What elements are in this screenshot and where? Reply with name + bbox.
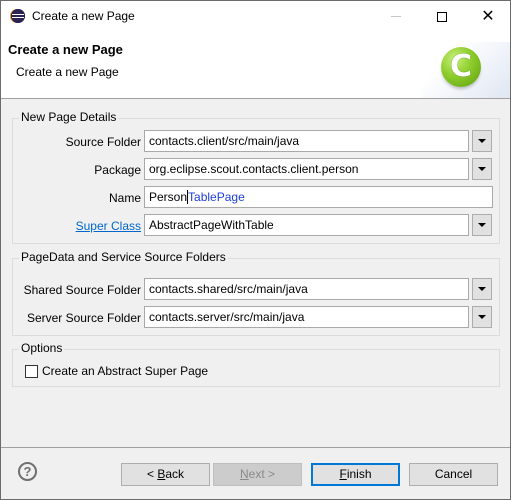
dialog-window: Create a new Page ✕ Create a new Page Cr… (0, 0, 511, 500)
server-source-folder-field[interactable]: contacts.server/src/main/java (144, 306, 469, 328)
group-legend: New Page Details (19, 110, 119, 124)
chevron-down-icon (478, 167, 486, 171)
back-button[interactable]: < Back (121, 463, 210, 486)
group-legend: Options (19, 341, 65, 355)
server-source-folder-dropdown-button[interactable] (472, 306, 492, 328)
finish-button[interactable]: Finish (311, 463, 400, 486)
super-class-link[interactable]: Super Class (76, 219, 141, 233)
window-title: Create a new Page (32, 9, 135, 23)
chevron-down-icon (478, 223, 486, 227)
chevron-down-icon (478, 139, 486, 143)
abstract-super-page-label[interactable]: Create an Abstract Super Page (42, 364, 208, 378)
minimize-icon (391, 16, 401, 17)
scout-logo-icon: C (441, 47, 481, 87)
super-class-field[interactable]: AbstractPageWithTable (144, 214, 469, 236)
close-icon: ✕ (481, 7, 495, 25)
maximize-button[interactable] (419, 1, 465, 32)
cancel-button[interactable]: Cancel (409, 463, 498, 486)
shared-source-folder-field[interactable]: contacts.shared/src/main/java (144, 278, 469, 300)
chevron-down-icon (478, 287, 486, 291)
super-class-label: Super Class (41, 219, 141, 233)
source-folder-label: Source Folder (65, 135, 141, 149)
shared-source-folder-label: Shared Source Folder (23, 283, 141, 297)
package-field[interactable]: org.eclipse.scout.contacts.client.person (144, 158, 469, 180)
source-folder-field[interactable]: contacts.client/src/main/java (144, 130, 469, 152)
help-icon[interactable]: ? (18, 462, 37, 481)
back-prefix: < (146, 467, 158, 481)
page-description: Create a new Page (16, 65, 119, 79)
next-button[interactable]: Next > (213, 463, 302, 486)
finish-mnemonic: F (339, 467, 347, 481)
super-class-dropdown-button[interactable] (472, 214, 492, 236)
source-folder-dropdown-button[interactable] (472, 130, 492, 152)
maximize-icon (437, 11, 447, 22)
back-rest: ack (165, 467, 185, 481)
server-source-folder-label: Server Source Folder (26, 311, 141, 325)
finish-rest: inish (346, 467, 372, 481)
wizard-header: Create a new Page Create a new Page C (1, 32, 510, 99)
abstract-super-page-checkbox[interactable] (25, 365, 38, 378)
minimize-button[interactable] (373, 1, 419, 32)
title-bar: Create a new Page ✕ (1, 1, 510, 32)
package-label: Package (94, 163, 141, 177)
name-typed-text: Person (149, 190, 188, 204)
name-completion-text: TablePage (188, 190, 245, 204)
group-legend: PageData and Service Source Folders (19, 250, 228, 264)
footer-separator (1, 447, 510, 448)
chevron-down-icon (478, 315, 486, 319)
logo-glyph: C (449, 49, 473, 84)
name-label: Name (108, 191, 141, 205)
package-dropdown-button[interactable] (472, 158, 492, 180)
next-mnemonic: N (239, 467, 249, 481)
eclipse-icon (11, 9, 25, 23)
name-field[interactable]: PersonTablePage (144, 186, 493, 208)
close-button[interactable]: ✕ (465, 1, 511, 32)
next-rest: ext > (248, 467, 276, 481)
shared-source-folder-dropdown-button[interactable] (472, 278, 492, 300)
page-title: Create a new Page (8, 42, 123, 57)
